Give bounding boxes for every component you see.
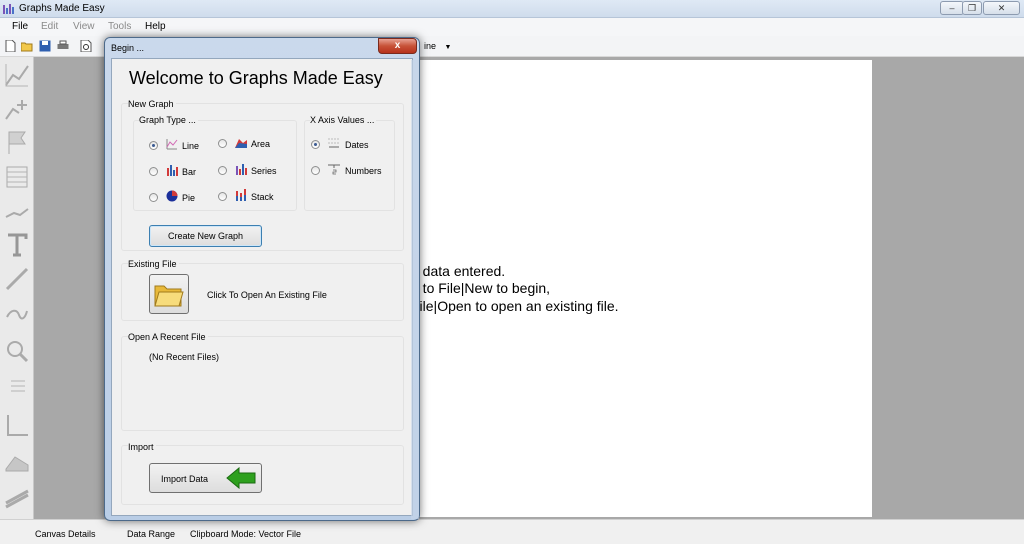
area-tool-icon[interactable] (3, 447, 31, 475)
save-icon[interactable] (39, 40, 51, 52)
canvas-message-line-2: o to File|New to begin, (411, 280, 551, 296)
chevron-down-icon: ▼ (444, 44, 452, 51)
legend-tool-icon[interactable] (3, 373, 31, 401)
stack-option-label: Stack (251, 192, 274, 202)
dates-axis-icon (328, 138, 340, 148)
dialog-scrollbar[interactable] (410, 60, 420, 519)
radio-bar[interactable] (149, 167, 158, 176)
graph-type-label: Graph Type ... (139, 115, 198, 125)
recent-file-group (121, 336, 404, 431)
status-clipboard-mode[interactable]: Clipboard Mode: Vector File (190, 529, 301, 539)
radio-area[interactable] (218, 139, 227, 148)
open-existing-file-text[interactable]: Click To Open An Existing File (207, 290, 327, 300)
pie-chart-icon (166, 190, 178, 202)
numbers-axis-icon (328, 164, 340, 175)
open-folder-icon[interactable] (21, 40, 33, 52)
axis-tool-icon[interactable] (3, 411, 31, 439)
line-option-label: Line (182, 141, 200, 151)
welcome-heading: Welcome to Graphs Made Easy (129, 68, 383, 88)
line-draw-tool-icon[interactable] (3, 265, 31, 293)
green-arrow-icon (226, 467, 256, 489)
status-data-range[interactable]: Data Range (127, 529, 175, 539)
radio-numbers[interactable] (311, 166, 320, 175)
new-file-icon[interactable] (4, 40, 16, 52)
open-existing-file-button[interactable] (149, 274, 189, 314)
window-title: Graphs Made Easy (19, 3, 105, 14)
menu-help[interactable]: Help (145, 21, 166, 32)
close-window-button[interactable]: ✕ (983, 1, 1020, 15)
trend-tool-icon[interactable] (3, 197, 31, 225)
status-canvas-details[interactable]: Canvas Details (35, 529, 96, 539)
canvas-message-line-3: File|Open to open an existing file. (411, 298, 619, 314)
print-icon[interactable] (57, 40, 69, 52)
radio-series[interactable] (218, 166, 227, 175)
no-recent-files-text: (No Recent Files) (149, 352, 220, 362)
pie-option-label: Pie (182, 193, 196, 203)
line-chart-tool-icon[interactable] (3, 61, 31, 89)
graph-type-dropdown[interactable]: ine ▼ (424, 41, 451, 51)
series-option-label: Series (251, 166, 277, 176)
graph-type-dropdown-value: ine (424, 41, 437, 51)
area-option-label: Area (251, 139, 271, 149)
add-series-tool-icon[interactable] (3, 95, 31, 123)
recent-file-label: Open A Recent File (128, 332, 208, 342)
dates-option-label: Dates (345, 140, 369, 150)
dialog-close-button[interactable]: x (378, 38, 417, 54)
x-axis-values-label: X Axis Values ... (310, 115, 377, 125)
menu-edit[interactable]: Edit (41, 21, 58, 32)
table-tool-icon[interactable] (3, 163, 31, 191)
text-tool-icon[interactable] (3, 231, 31, 259)
import-data-button[interactable]: Import Data (149, 463, 262, 493)
graph-canvas[interactable]: o data entered. o to File|New to begin, … (411, 60, 872, 517)
bands-tool-icon[interactable] (3, 481, 31, 509)
numbers-option-label: Numbers (345, 166, 382, 176)
menu-bar: File Edit View Tools Help (0, 18, 1024, 36)
menu-tools[interactable]: Tools (108, 21, 131, 32)
folder-icon (154, 285, 184, 307)
import-data-label: Import Data (161, 474, 209, 484)
bar-chart-icon (167, 165, 178, 176)
begin-dialog: Begin ... x Welcome to Graphs Made Easy … (104, 37, 420, 521)
series-chart-icon (236, 164, 247, 175)
dialog-body: Welcome to Graphs Made Easy New Graph Gr… (111, 58, 413, 516)
new-graph-label: New Graph (128, 99, 176, 109)
area-chart-icon (235, 139, 247, 148)
canvas-message-line-1: o data entered. (411, 263, 506, 279)
existing-file-label: Existing File (128, 259, 179, 269)
create-new-graph-button[interactable]: Create New Graph (149, 225, 262, 247)
status-bar: Canvas Details Data Range Clipboard Mode… (0, 519, 1024, 544)
radio-dates[interactable] (311, 140, 320, 149)
line-chart-icon (166, 139, 178, 150)
print-preview-icon[interactable] (80, 40, 92, 52)
zoom-tool-icon[interactable] (3, 337, 31, 365)
import-label: Import (128, 442, 156, 452)
freehand-tool-icon[interactable] (3, 299, 31, 327)
radio-pie[interactable] (149, 193, 158, 202)
dialog-title: Begin ... (111, 43, 145, 53)
menu-file[interactable]: File (12, 21, 28, 32)
title-bar: Graphs Made Easy – ❐ ✕ (0, 0, 1024, 18)
radio-line[interactable] (149, 141, 158, 150)
minimize-button[interactable]: – (940, 1, 964, 15)
app-chart-icon (3, 4, 14, 14)
maximize-button[interactable]: ❐ (962, 1, 982, 15)
left-toolbar (0, 57, 34, 519)
bar-option-label: Bar (182, 167, 197, 177)
radio-stack[interactable] (218, 192, 227, 201)
stack-chart-icon (236, 189, 246, 201)
flag-tool-icon[interactable] (3, 129, 31, 157)
menu-view[interactable]: View (73, 21, 95, 32)
